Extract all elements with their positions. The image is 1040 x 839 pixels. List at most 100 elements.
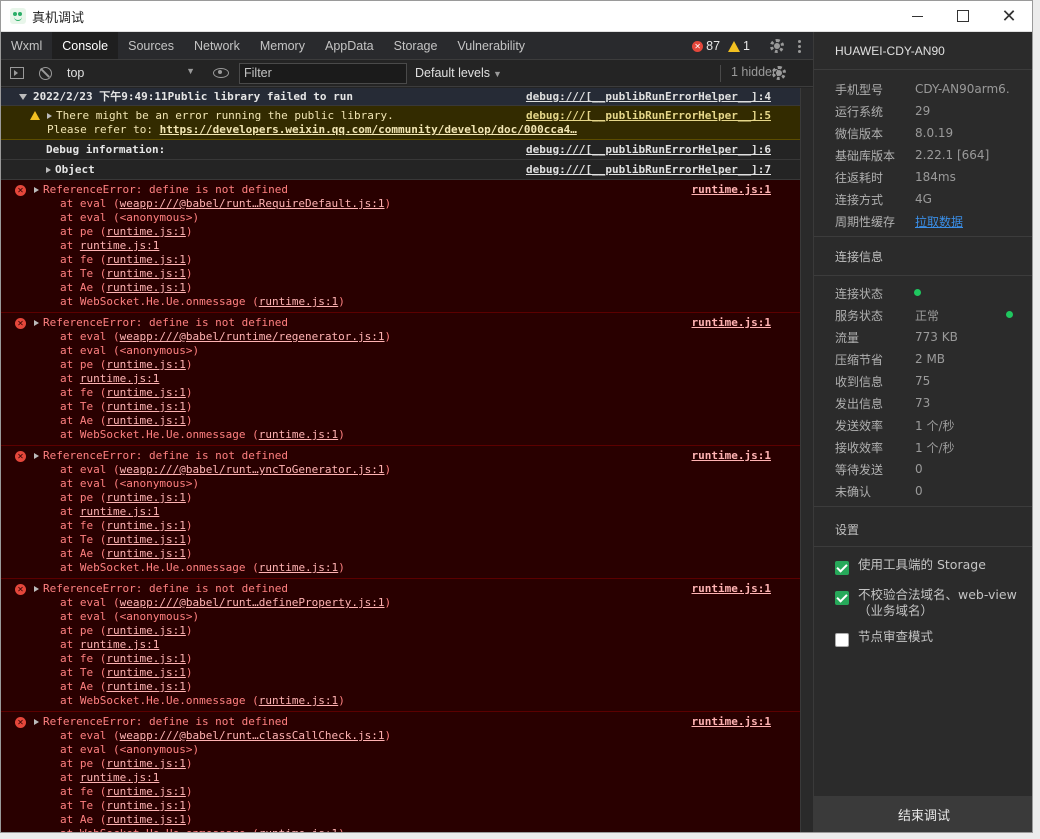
stack-frame-link[interactable]: runtime.js:1 [106,624,185,637]
stack-frame-link[interactable]: runtime.js:1 [259,428,338,441]
stack-frame-text: (<anonymous>) [113,610,200,623]
stack-frame-link[interactable]: runtime.js:1 [106,358,185,371]
stack-frame-link[interactable]: weapp:///@babel/runt…defineProperty.js:1 [120,596,385,609]
stack-frame-link[interactable]: runtime.js:1 [80,771,159,784]
connection-info-row: 流量 773 KB [835,328,958,346]
stack-frame-link[interactable]: weapp:///@babel/runt…RequireDefault.js:1 [120,197,385,210]
expand-triangle-icon[interactable] [46,167,51,173]
stack-frame-link[interactable]: runtime.js:1 [106,547,185,560]
maximize-button[interactable] [940,1,986,31]
source-link[interactable]: debug:///[__publibRunErrorHelper__]:5 [526,109,771,123]
stack-frame-link[interactable]: runtime.js:1 [106,680,185,693]
stack-frame-link[interactable]: runtime.js:1 [106,225,185,238]
stack-frame-link[interactable]: runtime.js:1 [80,372,159,385]
expand-triangle-icon[interactable] [34,187,39,193]
tab-console[interactable]: Console [52,32,119,59]
connection-info-key: 压缩节省 [835,352,884,367]
expand-triangle-icon[interactable] [34,586,39,592]
error-headline[interactable]: ReferenceError: define is not defined [1,715,800,729]
source-link[interactable]: debug:///[__publibRunErrorHelper__]:4 [526,88,771,106]
context-selector[interactable]: top ▼ [67,66,195,80]
object-row[interactable]: Object debug:///[__publibRunErrorHelper_… [1,160,800,180]
console-scrollbar[interactable] [800,88,813,832]
expand-triangle-icon[interactable] [34,453,39,459]
expand-triangle-icon[interactable] [19,94,27,100]
stack-frame-link[interactable]: runtime.js:1 [106,813,185,826]
stack-frame-link[interactable]: runtime.js:1 [80,638,159,651]
expand-triangle-icon[interactable] [34,719,39,725]
stack-frame-link[interactable]: runtime.js:1 [106,414,185,427]
stack-frame-link[interactable]: runtime.js:1 [106,386,185,399]
stack-frame-link[interactable]: runtime.js:1 [259,827,338,832]
close-button[interactable]: ✕ [986,1,1032,31]
error-headline[interactable]: ReferenceError: define is not defined [1,449,800,463]
tab-wxml[interactable]: Wxml [1,32,52,59]
stack-frame-link[interactable]: runtime.js:1 [106,400,185,413]
stack-frame-link[interactable]: runtime.js:1 [259,561,338,574]
tab-vulnerability[interactable]: Vulnerability [447,32,535,59]
stack-frame-link[interactable]: runtime.js:1 [80,505,159,518]
stack-frame-link[interactable]: runtime.js:1 [80,239,159,252]
source-link[interactable]: runtime.js:1 [692,183,771,196]
device-info-key: 连接方式 [835,192,884,207]
stack-frame-link[interactable]: runtime.js:1 [106,281,185,294]
log-levels-dropdown[interactable]: Default levels ▼ [415,66,502,80]
console-group-header[interactable]: 2022/2/23 下午9:49:11Public library failed… [1,88,800,106]
live-expression-eye-icon[interactable] [213,68,229,78]
stack-frame-link[interactable]: runtime.js:1 [106,652,185,665]
settings-gear-icon[interactable] [770,39,784,53]
source-link[interactable]: runtime.js:1 [692,582,771,595]
stack-frame-text: eval [79,477,107,490]
stack-frame: at Te (runtime.js:1) [60,666,193,679]
stack-frame: at Te (runtime.js:1) [60,267,193,280]
fetch-data-link[interactable]: 拉取数据 [915,213,963,230]
stack-frame-link[interactable]: weapp:///@babel/runt…classCallCheck.js:1 [120,729,385,742]
more-options-icon[interactable] [798,39,801,53]
clear-console-icon[interactable] [39,66,52,80]
source-link[interactable]: runtime.js:1 [692,715,771,728]
tab-sources[interactable]: Sources [118,32,184,59]
stack-frame-text: at [60,813,74,826]
stack-frame-link[interactable]: runtime.js:1 [106,533,185,546]
error-headline[interactable]: ReferenceError: define is not defined [1,183,800,197]
source-link[interactable]: runtime.js:1 [692,449,771,462]
source-link[interactable]: runtime.js:1 [692,316,771,329]
expand-triangle-icon[interactable] [34,320,39,326]
source-link[interactable]: debug:///[__publibRunErrorHelper__]:6 [526,140,771,160]
setting-checkbox[interactable] [835,591,849,605]
tab-memory[interactable]: Memory [250,32,315,59]
filter-input[interactable] [239,62,407,84]
connection-info-value: 正常 [915,308,940,323]
stack-frame-link[interactable]: weapp:///@babel/runt…yncToGenerator.js:1 [120,463,385,476]
error-headline[interactable]: ReferenceError: define is not defined [1,582,800,596]
console-settings-gear-icon[interactable] [772,66,786,80]
settings-section-title: 设置 [835,523,860,537]
console-output[interactable]: 2022/2/23 下午9:49:11Public library failed… [1,88,800,832]
stack-frame-link[interactable]: runtime.js:1 [106,666,185,679]
stack-frame-link[interactable]: runtime.js:1 [106,519,185,532]
minimize-button[interactable] [894,1,940,31]
issue-counts[interactable]: ✕ 87 1 [692,32,813,60]
stack-frame-link[interactable]: runtime.js:1 [106,799,185,812]
warning-url[interactable]: https://developers.weixin.qq.com/communi… [160,123,577,136]
stack-frame-link[interactable]: runtime.js:1 [106,491,185,504]
end-debugging-button[interactable]: 结束调试 [814,796,1032,832]
stack-frame-link[interactable]: weapp:///@babel/runtime/regenerator.js:1 [120,330,385,343]
expand-triangle-icon[interactable] [47,113,52,119]
error-headline[interactable]: ReferenceError: define is not defined [1,316,800,330]
tab-storage[interactable]: Storage [384,32,448,59]
stack-frame-link[interactable]: runtime.js:1 [106,757,185,770]
stack-frame-link[interactable]: runtime.js:1 [259,295,338,308]
stack-frame-link[interactable]: runtime.js:1 [259,694,338,707]
stack-frame-link[interactable]: runtime.js:1 [106,253,185,266]
source-link[interactable]: debug:///[__publibRunErrorHelper__]:7 [526,160,771,180]
service-status-dot [1006,311,1013,318]
setting-checkbox[interactable] [835,561,849,575]
stack-frame: at fe (runtime.js:1) [60,253,193,266]
stack-frame-link[interactable]: runtime.js:1 [106,785,185,798]
tab-appdata[interactable]: AppData [315,32,384,59]
tab-network[interactable]: Network [184,32,250,59]
stack-frame-link[interactable]: runtime.js:1 [106,267,185,280]
show-sidebar-icon[interactable] [10,67,24,79]
setting-checkbox[interactable] [835,633,849,647]
